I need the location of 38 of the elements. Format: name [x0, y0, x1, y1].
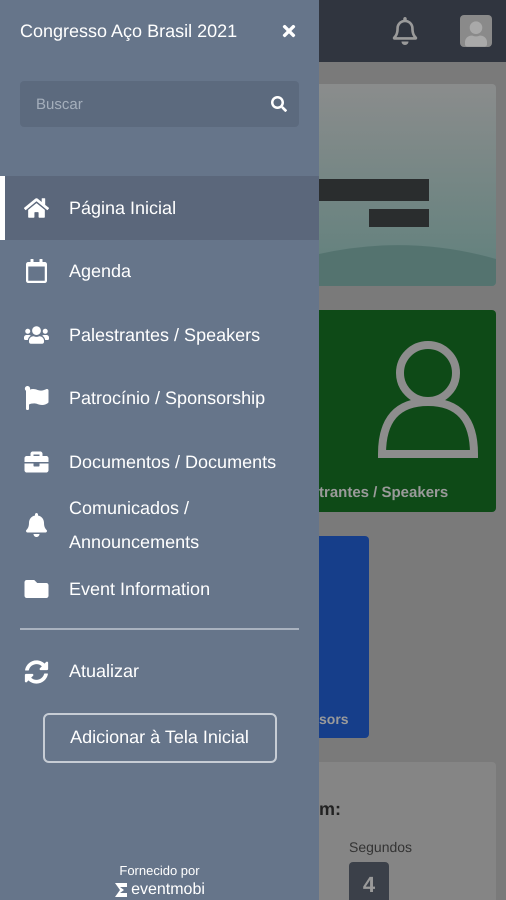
add-to-home-button[interactable]: Adicionar à Tela Inicial: [42, 712, 276, 762]
countdown-heading: m:: [319, 798, 342, 821]
menu-item-label: Documentos / Documents: [69, 450, 278, 474]
menu-item-label: Event Information: [69, 578, 212, 601]
powered-by-text: Fornecido por: [119, 862, 200, 880]
bell-icon: [24, 513, 49, 538]
refresh-icon: [24, 660, 49, 684]
menu-item[interactable]: Event Information: [0, 557, 319, 620]
flag-icon: [24, 386, 49, 410]
countdown-unit: Segundos: [349, 838, 414, 857]
sponsors-tile[interactable]: sors: [319, 536, 369, 738]
menu-item[interactable]: Palestrantes / Speakers: [0, 303, 319, 366]
search-icon[interactable]: [271, 96, 287, 112]
briefcase-icon: [24, 450, 49, 474]
speakers-tile[interactable]: trantes / Speakers: [319, 310, 496, 512]
drawer-title: Congresso Aço Brasil 2021: [20, 20, 238, 43]
person-icon: [376, 340, 480, 460]
menu-item[interactable]: Agenda: [0, 240, 319, 303]
menu-item[interactable]: Documentos / Documents: [0, 430, 319, 494]
notification-bell-icon[interactable]: [392, 17, 418, 45]
menu-item[interactable]: Patrocínio / Sponsorship: [0, 366, 319, 430]
refresh-item[interactable]: Atualizar: [0, 630, 319, 714]
eventmobi-logo: eventmobi: [114, 880, 205, 900]
menu-item-label: Palestrantes / Speakers: [69, 324, 262, 347]
tile-label: sors: [319, 710, 350, 729]
menu-item-label: Página Inicial: [69, 196, 178, 220]
menu-item-label: Patrocínio / Sponsorship: [69, 387, 266, 410]
menu-item-label: Comunicados / Announcements: [69, 497, 200, 554]
countdown-value: 4: [349, 862, 389, 900]
search-field[interactable]: Buscar: [20, 81, 299, 127]
calendar-icon: [24, 259, 49, 284]
menu-item[interactable]: Página Inicial: [0, 176, 319, 240]
menu-item-label: Agenda: [69, 260, 132, 284]
menu-item[interactable]: Comunicados / Announcements: [0, 494, 319, 557]
home-icon: [24, 196, 49, 220]
refresh-label: Atualizar: [69, 660, 140, 683]
close-button[interactable]: [281, 22, 297, 40]
tile-label: trantes / Speakers: [319, 482, 448, 502]
